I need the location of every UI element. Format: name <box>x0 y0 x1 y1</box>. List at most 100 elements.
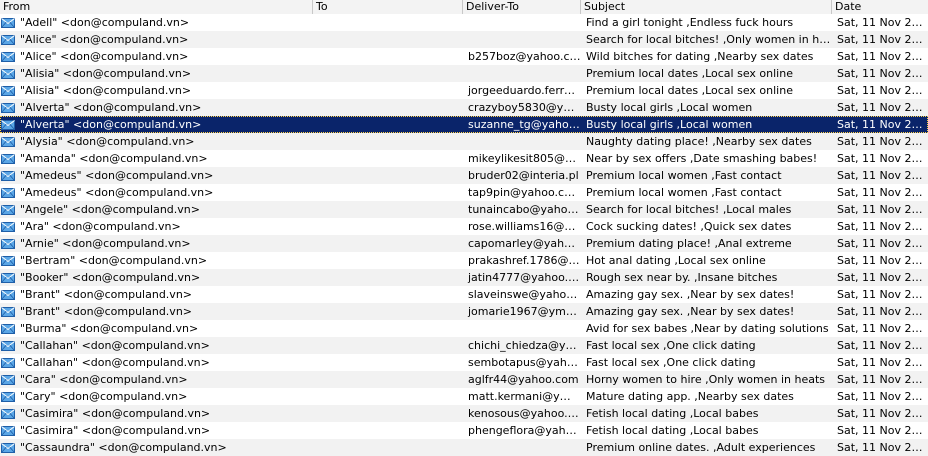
cell-deliver-to: slaveinswe@yahoo.... <box>468 288 581 301</box>
table-row[interactable]: "Alisia" <don@compuland.vn> jorgeeduardo.… <box>0 82 928 99</box>
cell-subject: Hot anal dating ,Local sex online <box>586 254 766 267</box>
sender-text: "Alice" <don@compuland.vn> <box>20 50 189 63</box>
cell-deliver-to: jomarie1967@ymail.... <box>468 305 581 318</box>
table-row[interactable]: "Angele" <don@compuland.vn> tunaincabo@ya… <box>0 201 928 218</box>
cell-date: Sat, 11 Nov 2017 0 <box>837 169 928 182</box>
cell-date: Sat, 11 Nov 2017 0 <box>837 67 928 80</box>
table-row[interactable]: "Adell" <don@compuland.vn> Find a girl to… <box>0 14 928 31</box>
table-row[interactable]: "Ara" <don@compuland.vn> rose.williams16@… <box>0 218 928 235</box>
column-header-deliver-to[interactable]: Deliver-To <box>463 0 581 14</box>
cell-from: "Alverta" <don@compuland.vn> <box>0 99 313 116</box>
cell-date: Sat, 11 Nov 2017 0 <box>837 84 928 97</box>
table-row[interactable]: "Amanda" <don@compuland.vn> mikeylikesit8… <box>0 150 928 167</box>
cell-to <box>313 269 463 286</box>
envelope-icon <box>1 272 15 283</box>
table-row[interactable]: "Amedeus" <don@compuland.vn> bruder02@int… <box>0 167 928 184</box>
envelope-icon <box>1 187 15 198</box>
table-row[interactable]: "Alice" <don@compuland.vn> Search for loc… <box>0 31 928 48</box>
cell-date: Sat, 11 Nov 2017 0 <box>837 271 928 284</box>
cell-deliver-to <box>463 31 581 48</box>
table-row[interactable]: "Cara" <don@compuland.vn> aglfr44@yahoo.c… <box>0 371 928 388</box>
table-row[interactable]: "Arnie" <don@compuland.vn> capomarley@yah… <box>0 235 928 252</box>
sender-text: "Booker" <don@compuland.vn> <box>20 271 201 284</box>
table-row[interactable]: "Callahan" <don@compuland.vn> chichi_chie… <box>0 337 928 354</box>
envelope-icon <box>1 425 15 436</box>
sender-text: "Amedeus" <don@compuland.vn> <box>20 186 214 199</box>
table-row[interactable]: "Bertram" <don@compuland.vn> prakashref.1… <box>0 252 928 269</box>
cell-to <box>313 99 463 116</box>
cell-from: "Alverta" <don@compuland.vn> <box>0 116 313 133</box>
table-row[interactable]: "Alverta" <don@compuland.vn> suzanne_tg@y… <box>0 116 928 133</box>
cell-deliver-to: crazyboy5830@yah... <box>468 101 581 114</box>
table-row[interactable]: "Brant" <don@compuland.vn> jomarie1967@ym… <box>0 303 928 320</box>
cell-date: Sat, 11 Nov 2017 0 <box>837 305 928 318</box>
table-row[interactable]: "Brant" <don@compuland.vn> slaveinswe@yah… <box>0 286 928 303</box>
table-row[interactable]: "Alisia" <don@compuland.vn> Premium local… <box>0 65 928 82</box>
table-row[interactable]: "Casimira" <don@compuland.vn> phengeflora… <box>0 422 928 439</box>
cell-subject: Premium local women ,Fast contact <box>586 186 782 199</box>
table-row[interactable]: "Alysia" <don@compuland.vn> Naughty datin… <box>0 133 928 150</box>
message-list: From To Deliver-To Subject Date "Adell" … <box>0 0 928 456</box>
table-row[interactable]: "Cary" <don@compuland.vn> matt.kermani@ym… <box>0 388 928 405</box>
table-row[interactable]: "Callahan" <don@compuland.vn> sembotapus@… <box>0 354 928 371</box>
table-row[interactable]: "Cassaundra" <don@compuland.vn> Premium o… <box>0 439 928 456</box>
cell-from: "Brant" <don@compuland.vn> <box>0 286 313 303</box>
cell-deliver-to: jatin4777@yahoo.com <box>468 271 581 284</box>
message-rows: "Adell" <don@compuland.vn> Find a girl to… <box>0 14 928 456</box>
cell-deliver-to: jorgeeduardo.ferrei... <box>468 84 581 97</box>
table-row[interactable]: "Amedeus" <don@compuland.vn> tap9pin@yaho… <box>0 184 928 201</box>
cell-from: "Angele" <don@compuland.vn> <box>0 201 313 218</box>
cell-subject: Premium local dates ,Local sex online <box>586 67 793 80</box>
table-row[interactable]: "Casimira" <don@compuland.vn> kenosous@ya… <box>0 405 928 422</box>
cell-subject: Premium local women ,Fast contact <box>586 169 782 182</box>
cell-from: "Alysia" <don@compuland.vn> <box>0 133 313 150</box>
cell-date: Sat, 11 Nov 2017 0 <box>837 16 928 29</box>
table-row[interactable]: "Burma" <don@compuland.vn> Avid for sex b… <box>0 320 928 337</box>
sender-text: "Alisia" <don@compuland.vn> <box>20 67 192 80</box>
envelope-icon <box>1 68 15 79</box>
cell-to <box>313 303 463 320</box>
cell-date: Sat, 11 Nov 2017 0 <box>837 33 928 46</box>
cell-deliver-to: aglfr44@yahoo.com <box>468 373 579 386</box>
cell-subject: Find a girl tonight ,Endless fuck hours <box>586 16 794 29</box>
cell-date: Sat, 11 Nov 2017 0 <box>837 101 928 114</box>
cell-deliver-to: capomarley@yahoo.... <box>468 237 581 250</box>
cell-deliver-to: matt.kermani@ymai... <box>468 390 581 403</box>
cell-from: "Alice" <don@compuland.vn> <box>0 31 313 48</box>
envelope-icon <box>1 408 15 419</box>
cell-to <box>313 286 463 303</box>
table-row[interactable]: "Booker" <don@compuland.vn> jatin4777@yah… <box>0 269 928 286</box>
cell-to <box>313 14 463 31</box>
envelope-icon <box>1 119 15 130</box>
column-header-to[interactable]: To <box>313 0 463 14</box>
cell-deliver-to: kenosous@yahoo.com <box>468 407 581 420</box>
table-row[interactable]: "Alverta" <don@compuland.vn> crazyboy5830… <box>0 99 928 116</box>
cell-date: Sat, 11 Nov 2017 0 <box>837 322 928 335</box>
cell-date: Sat, 11 Nov 2017 0 <box>837 390 928 403</box>
envelope-icon <box>1 357 15 368</box>
cell-subject: Fast local sex ,One click dating <box>586 339 756 352</box>
cell-date: Sat, 11 Nov 2017 0 <box>837 118 928 131</box>
cell-from: "Casimira" <don@compuland.vn> <box>0 405 313 422</box>
cell-deliver-to <box>463 133 581 150</box>
envelope-icon <box>1 255 15 266</box>
cell-subject: Rough sex near by. ,Insane bitches <box>586 271 778 284</box>
sender-text: "Arnie" <don@compuland.vn> <box>20 237 191 250</box>
cell-subject: Search for local bitches! ,Only women in… <box>586 33 832 46</box>
column-header-date[interactable]: Date <box>832 0 928 14</box>
cell-date: Sat, 11 Nov 2017 0 <box>837 152 928 165</box>
cell-subject: Fetish local dating ,Local babes <box>586 407 759 420</box>
cell-subject: Fast local sex ,One click dating <box>586 356 756 369</box>
column-header-from[interactable]: From <box>0 0 313 14</box>
cell-deliver-to: phengeflora@yahoo.... <box>468 424 581 437</box>
cell-from: "Brant" <don@compuland.vn> <box>0 303 313 320</box>
cell-subject: Amazing gay sex. ,Near by sex dates! <box>586 288 795 301</box>
cell-to <box>313 82 463 99</box>
cell-deliver-to: prakashref.1786@y... <box>468 254 581 267</box>
sender-text: "Alverta" <don@compuland.vn> <box>20 101 202 114</box>
column-header-subject[interactable]: Subject <box>581 0 832 14</box>
cell-deliver-to: suzanne_tg@yahoo.... <box>468 118 581 131</box>
cell-from: "Bertram" <don@compuland.vn> <box>0 252 313 269</box>
cell-to <box>313 371 463 388</box>
table-row[interactable]: "Alice" <don@compuland.vn> b257boz@yahoo.… <box>0 48 928 65</box>
